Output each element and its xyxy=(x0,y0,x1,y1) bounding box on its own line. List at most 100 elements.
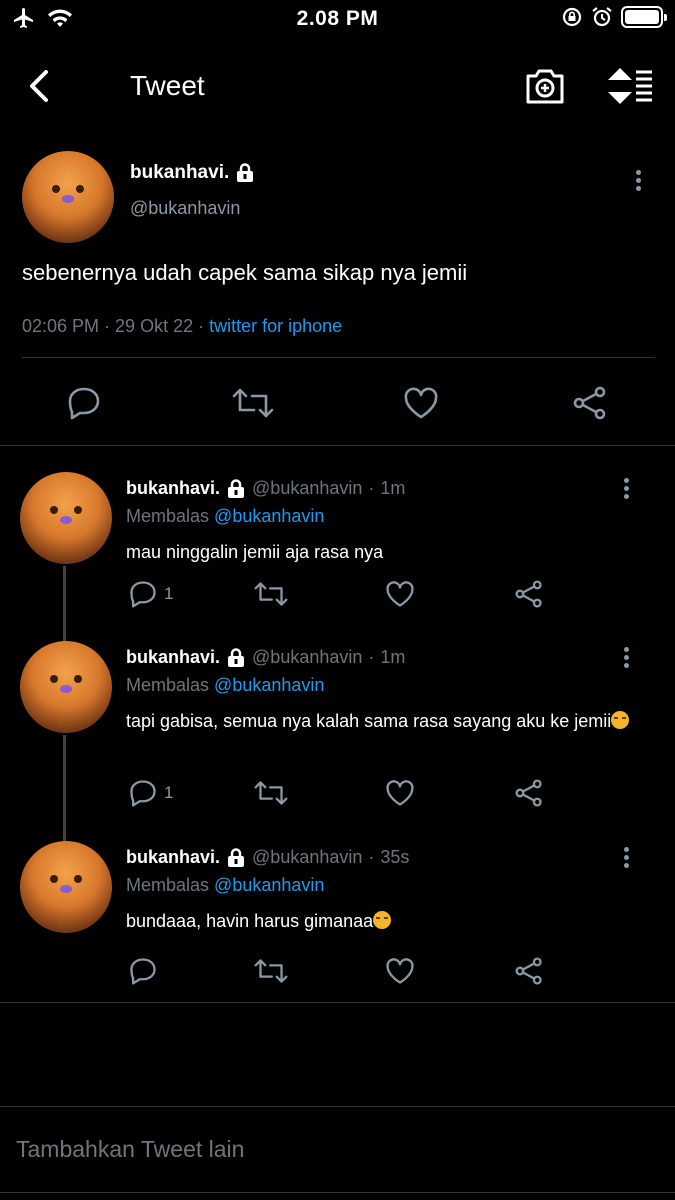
avatar[interactable] xyxy=(20,641,112,733)
mention-link[interactable]: @bukanhavin xyxy=(214,675,324,695)
nav-bar: Tweet xyxy=(0,56,675,120)
divider xyxy=(0,1106,675,1107)
retweet-button[interactable] xyxy=(254,580,288,608)
mention-link[interactable]: @bukanhavin xyxy=(214,875,324,895)
tweet-text: tapi gabisa, semua nya kalah sama rasa s… xyxy=(126,707,646,735)
heart-icon xyxy=(403,386,439,420)
divider xyxy=(0,1002,675,1003)
reply-button[interactable]: 1 xyxy=(128,779,173,807)
tweet-meta: 02:06 PM · 29 Okt 22 · twitter for iphon… xyxy=(22,316,342,337)
tweet-actions: 1 xyxy=(126,779,626,813)
retweet-icon xyxy=(232,386,274,420)
replying-to: Membalas @bukanhavin xyxy=(126,675,324,696)
author-name-row[interactable]: bukanhavi. xyxy=(130,162,255,184)
heart-icon xyxy=(385,779,415,807)
retweet-button[interactable] xyxy=(254,779,288,807)
divider xyxy=(0,445,675,446)
more-options-icon[interactable] xyxy=(620,478,632,508)
alarm-icon xyxy=(591,6,613,28)
lock-icon xyxy=(235,163,255,183)
avatar[interactable] xyxy=(22,151,114,243)
like-button[interactable] xyxy=(385,779,415,807)
tweet-text: mau ninggalin jemii aja rasa nya xyxy=(126,538,646,566)
sad-face-emoji-icon xyxy=(373,911,392,929)
reply-icon xyxy=(128,779,158,807)
separator-dot: · xyxy=(368,647,375,667)
like-button[interactable] xyxy=(385,580,415,608)
avatar[interactable] xyxy=(20,472,112,564)
separator-dot: · xyxy=(368,847,375,867)
tweet-text: bundaaa, havin harus gimanaa xyxy=(126,907,646,935)
tweet-actions xyxy=(126,957,626,991)
tweet-actions xyxy=(0,378,675,428)
replying-to: Membalas @bukanhavin xyxy=(126,506,324,527)
camera-add-icon[interactable] xyxy=(524,66,566,106)
sort-icon[interactable] xyxy=(606,66,654,106)
share-icon xyxy=(514,957,544,985)
compose-tweet-input[interactable]: Tambahkan Tweet lain xyxy=(16,1136,244,1163)
separator-dot: · xyxy=(368,478,375,498)
retweet-icon xyxy=(254,580,288,608)
share-icon xyxy=(572,386,608,420)
reply-button[interactable] xyxy=(128,957,158,985)
sad-face-emoji-icon xyxy=(611,711,630,729)
author-name[interactable]: bukanhavi. xyxy=(126,847,220,868)
share-button[interactable] xyxy=(514,957,544,985)
replying-label: Membalas xyxy=(126,875,210,895)
heart-icon xyxy=(385,957,415,985)
page-title: Tweet xyxy=(130,70,205,101)
author-handle[interactable]: @bukanhavin xyxy=(130,198,240,219)
replying-to: Membalas @bukanhavin xyxy=(126,875,324,896)
reply-tweet[interactable]: bukanhavi. @bukanhavin · 1m Membalas @bu… xyxy=(0,641,675,831)
lock-icon xyxy=(226,847,246,868)
tweet-time: 35s xyxy=(380,847,410,867)
tweet-text-content: mau ninggalin jemii aja rasa nya xyxy=(126,542,384,562)
main-tweet-header: bukanhavi. @bukanhavin xyxy=(22,148,662,248)
author-name[interactable]: bukanhavi. xyxy=(126,647,220,668)
reply-header: bukanhavi. @bukanhavin · 1m xyxy=(126,647,405,668)
tweet-time: 1m xyxy=(380,478,406,498)
like-button[interactable] xyxy=(385,957,415,985)
author-handle[interactable]: @bukanhavin xyxy=(252,478,362,499)
author-handle[interactable]: @bukanhavin xyxy=(252,847,362,868)
reply-tweet[interactable]: bukanhavi. @bukanhavin · 35s Membalas @b… xyxy=(0,841,675,1001)
reply-count: 1 xyxy=(164,783,174,802)
reply-button[interactable] xyxy=(66,386,102,420)
tweet-text: sebenernya udah capek sama sikap nya jem… xyxy=(22,260,468,285)
tweet-text-content: tapi gabisa, semua nya kalah sama rasa s… xyxy=(126,711,612,731)
battery-icon xyxy=(621,6,667,28)
reply-count: 1 xyxy=(164,584,174,603)
mention-link[interactable]: @bukanhavin xyxy=(214,506,324,526)
reply-button[interactable]: 1 xyxy=(128,580,173,608)
retweet-button[interactable] xyxy=(254,957,288,985)
avatar[interactable] xyxy=(20,841,112,933)
heart-icon xyxy=(385,580,415,608)
reply-icon xyxy=(128,957,158,985)
divider xyxy=(0,1192,675,1193)
author-name: bukanhavi. xyxy=(130,162,230,183)
rotation-lock-icon xyxy=(561,6,583,28)
author-name[interactable]: bukanhavi. xyxy=(126,478,220,499)
more-options-icon[interactable] xyxy=(632,170,644,200)
replying-label: Membalas xyxy=(126,675,210,695)
more-options-icon[interactable] xyxy=(620,647,632,677)
retweet-icon xyxy=(254,779,288,807)
more-options-icon[interactable] xyxy=(620,847,632,877)
reply-tweet[interactable]: bukanhavi. @bukanhavin · 1m Membalas @bu… xyxy=(0,472,675,632)
like-button[interactable] xyxy=(403,386,439,420)
tweet-time: 1m xyxy=(380,647,406,667)
share-icon xyxy=(514,580,544,608)
tweet-source[interactable]: twitter for iphone xyxy=(209,316,342,336)
retweet-button[interactable] xyxy=(232,386,274,420)
author-handle[interactable]: @bukanhavin xyxy=(252,647,362,668)
tweet-text-content: bundaaa, havin harus gimanaa xyxy=(126,911,374,931)
tweet-actions: 1 xyxy=(126,580,626,614)
share-button[interactable] xyxy=(572,386,608,420)
back-arrow-icon[interactable] xyxy=(20,66,60,106)
lock-icon xyxy=(226,647,246,668)
share-button[interactable] xyxy=(514,580,544,608)
share-icon xyxy=(514,779,544,807)
share-button[interactable] xyxy=(514,779,544,807)
reply-header: bukanhavi. @bukanhavin · 1m xyxy=(126,478,405,499)
reply-icon xyxy=(128,580,158,608)
